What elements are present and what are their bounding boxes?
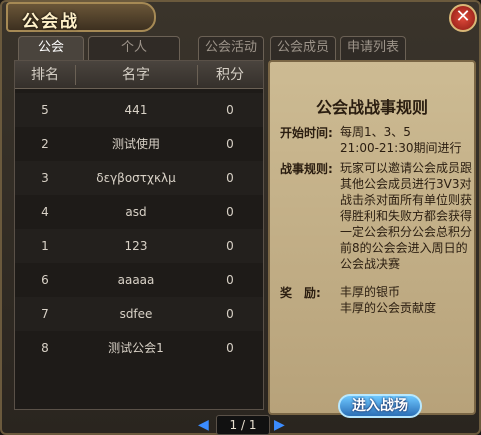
rules-label: 战事规则: — [280, 162, 333, 176]
table-row[interactable]: 1 123 0 — [15, 229, 263, 263]
rule-line: 玩家可以邀请公会成员跟 — [340, 161, 473, 175]
tab-personal[interactable]: 个人 — [88, 36, 180, 60]
rule-line: 得胜利和失败方都会获得 — [340, 209, 473, 223]
tab-guild-members[interactable]: 公会成员 — [270, 36, 336, 60]
header-score: 积分 — [216, 67, 244, 83]
table-header: 排名 名字 积分 — [15, 61, 263, 89]
rules-title: 公会战战事规则 — [315, 98, 428, 117]
name-cell: δεγβοστχκλμ — [96, 171, 176, 185]
rank-cell: 7 — [41, 307, 49, 321]
rule-line: 其他公会成员进行3V3对 — [340, 177, 472, 191]
prev-page-icon[interactable]: ◀ — [198, 417, 212, 433]
start-time-text: 每周1、3、5 — [340, 125, 411, 139]
window-title: 公会战 — [22, 12, 79, 32]
rank-cell: 4 — [41, 205, 49, 219]
name-cell: 123 — [124, 239, 148, 253]
rule-line: 公会战决赛 — [340, 257, 401, 271]
table-row[interactable]: 6 aaaaa 0 — [15, 263, 263, 297]
name-cell: sdfee — [119, 307, 153, 321]
enter-battlefield-button[interactable]: 进入战场 — [338, 394, 422, 418]
rule-line: 一定公会积分公会总积分 — [340, 225, 473, 239]
pager: ◀ 1 / 1 ▶ — [198, 415, 288, 435]
rank-cell: 2 — [41, 137, 49, 151]
header-rank: 排名 — [31, 67, 59, 83]
table-row[interactable]: 5 441 0 — [15, 93, 263, 127]
score-cell: 0 — [226, 137, 234, 151]
rank-cell: 3 — [41, 171, 49, 185]
tab-applications[interactable]: 申请列表 — [340, 36, 406, 60]
tab-guild-activity[interactable]: 公会活动 — [198, 36, 264, 60]
score-cell: 0 — [226, 239, 234, 253]
name-cell: asd — [125, 205, 147, 219]
score-cell: 0 — [226, 273, 234, 287]
tab-guild[interactable]: 公会 — [18, 36, 84, 60]
name-cell: aaaaa — [117, 273, 155, 287]
table-row[interactable]: 8 测试公会1 0 — [15, 331, 263, 365]
score-cell: 0 — [226, 171, 234, 185]
guild-war-window: 公会战 ✕ 公会 个人 公会活动 公会成员 申请列表 排名 名字 积分 5 44… — [0, 0, 481, 435]
table-row[interactable]: 4 asd 0 — [15, 195, 263, 229]
rank-cell: 5 — [41, 103, 49, 117]
rank-cell: 6 — [41, 273, 49, 287]
name-cell: 测试公会1 — [108, 341, 164, 355]
name-cell: 测试使用 — [111, 137, 160, 151]
rank-cell: 8 — [41, 341, 49, 355]
rule-line: 前8的公会会进入周日的 — [340, 241, 468, 255]
reward-line: 丰厚的公会贡献度 — [340, 301, 437, 315]
table-row[interactable]: 3 δεγβοστχκλμ 0 — [15, 161, 263, 195]
reward-line: 丰厚的银币 — [340, 285, 401, 299]
close-button[interactable]: ✕ — [449, 4, 477, 32]
page-indicator: 1 / 1 — [216, 415, 270, 435]
score-cell: 0 — [226, 341, 234, 355]
rule-line: 战击杀对面所有单位则获 — [340, 193, 473, 207]
reward-label: 奖 励: — [280, 286, 321, 300]
ranking-table: 排名 名字 积分 5 441 0 2 测试使用 0 3 δεγβοστχκλμ … — [14, 60, 264, 410]
start-time-text: 21:00-21:30期间进行 — [340, 141, 462, 155]
tabs-row: 公会 个人 公会活动 公会成员 申请列表 — [14, 36, 474, 60]
score-cell: 0 — [226, 205, 234, 219]
name-cell: 441 — [124, 103, 148, 117]
table-row[interactable]: 7 sdfee 0 — [15, 297, 263, 331]
rank-cell: 1 — [41, 239, 49, 253]
header-name: 名字 — [122, 67, 150, 83]
table-row[interactable]: 2 测试使用 0 — [15, 127, 263, 161]
next-page-icon[interactable]: ▶ — [274, 417, 288, 433]
window-title-plate: 公会战 — [6, 2, 156, 32]
table-body: 5 441 0 2 测试使用 0 3 δεγβοστχκλμ 0 4 asd 0… — [15, 93, 263, 393]
rules-panel: 公会战战事规则 开始时间: 每周1、3、5 21:00-21:30期间进行 战事… — [268, 60, 476, 415]
score-cell: 0 — [226, 103, 234, 117]
score-cell: 0 — [226, 307, 234, 321]
start-time-label: 开始时间: — [280, 126, 333, 140]
